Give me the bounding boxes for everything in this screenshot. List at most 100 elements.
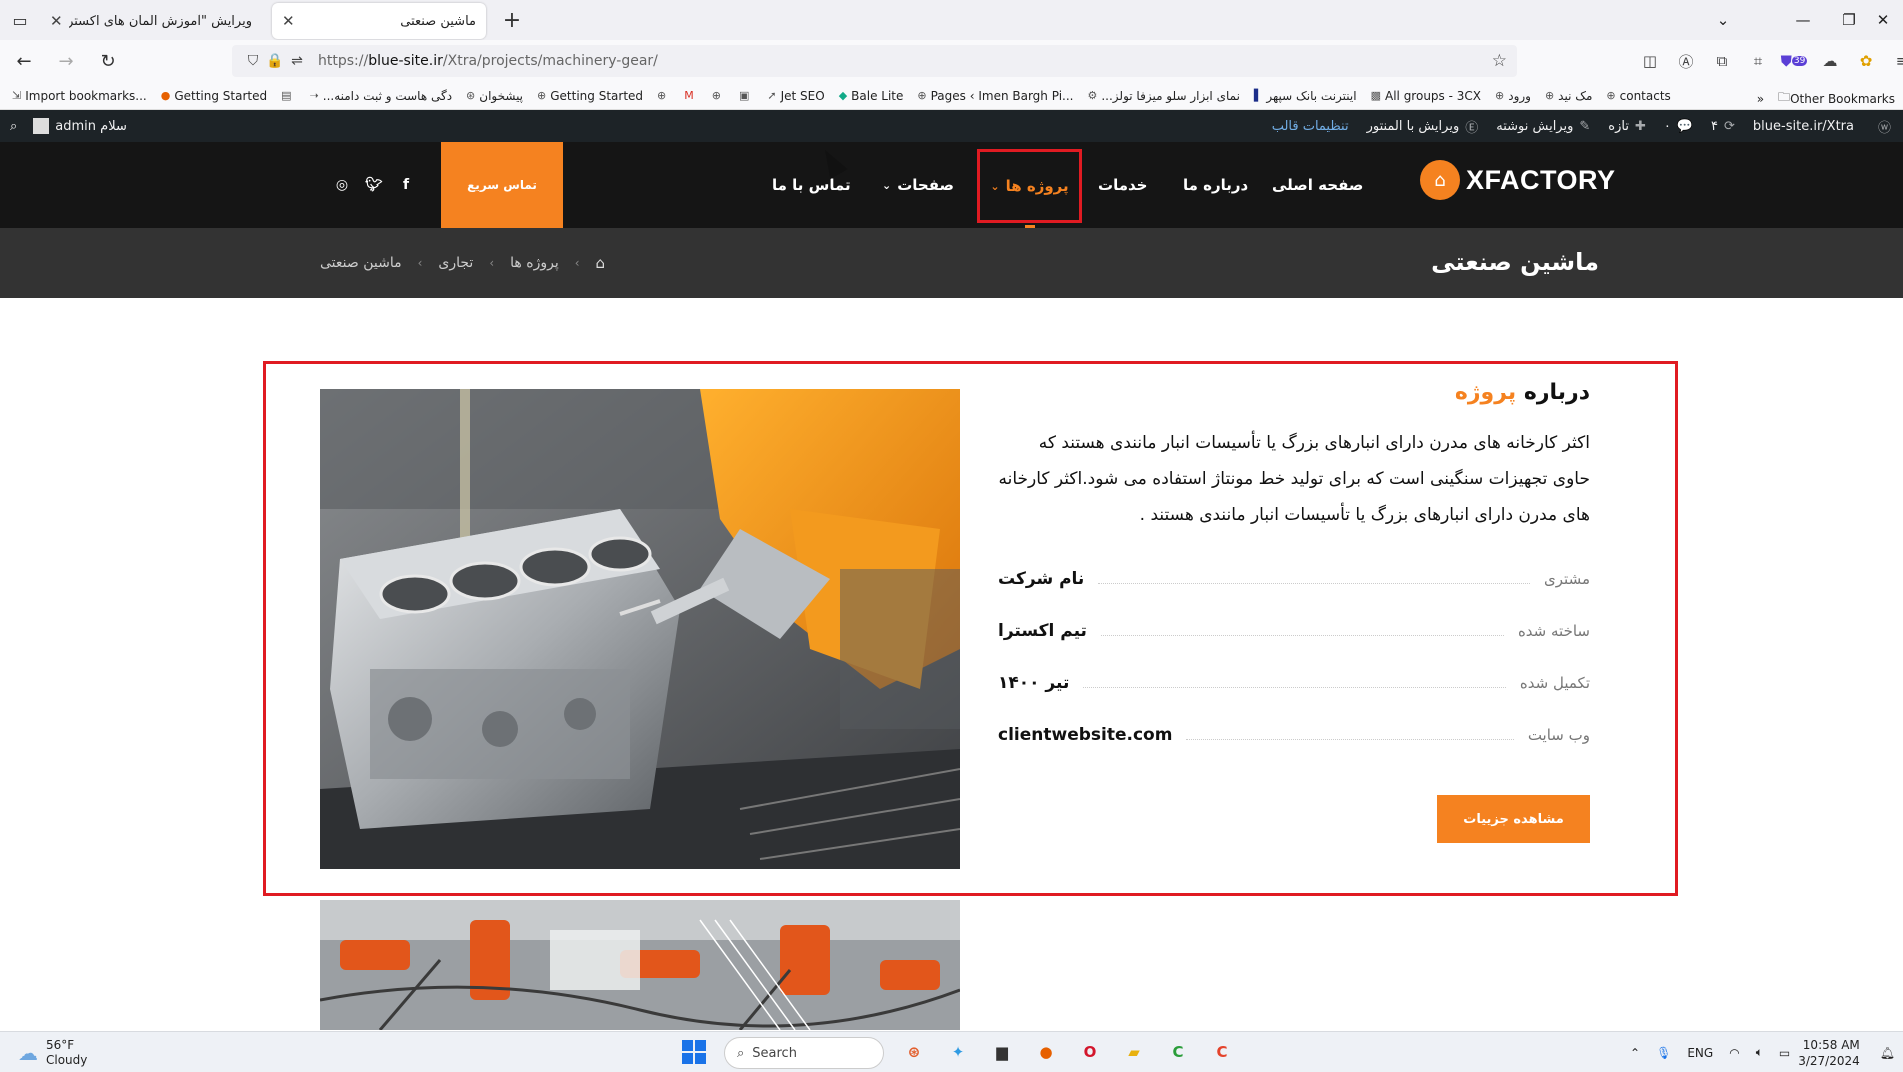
admin-new[interactable]: ✚ تازه xyxy=(1608,119,1646,134)
chevron-down-icon: ⌄ xyxy=(882,178,892,192)
flower-extension-icon[interactable]: ✿ xyxy=(1848,44,1884,78)
bookmark-item[interactable]: ● Getting Started xyxy=(161,89,267,103)
browser-nav-bar: ← → ↻ ⛉ 🔒 ⇌ https://blue-site.ir/Xtra/pr… xyxy=(0,40,1903,82)
crop-icon[interactable]: ⌗ xyxy=(1740,44,1776,78)
menu-item-projects[interactable]: پروژه ها ⌄ xyxy=(977,149,1082,228)
opera-app-icon[interactable]: O xyxy=(1068,1036,1112,1068)
page-icon: ▤ xyxy=(281,89,292,102)
camtasia-recorder-icon[interactable]: C xyxy=(1200,1036,1244,1068)
facebook-icon[interactable]: f xyxy=(390,177,422,193)
permissions-icon[interactable]: ⇌ xyxy=(286,53,308,69)
menu-icon[interactable]: ≡ xyxy=(1884,44,1903,78)
admin-edit-post[interactable]: ✎ ویرایش نوشته xyxy=(1496,119,1590,134)
camtasia-icon[interactable]: C xyxy=(1156,1036,1200,1068)
close-icon[interactable]: ✕ xyxy=(282,12,295,30)
new-tab-button[interactable]: + xyxy=(494,2,530,38)
admin-edit-elementor[interactable]: Ⓔ ویرایش با المنتور xyxy=(1367,117,1479,136)
bookmark-item[interactable]: ⊕ مک نید xyxy=(1545,89,1592,103)
vpn-icon[interactable]: ☁ xyxy=(1812,44,1848,78)
bookmark-item[interactable]: ▩ All groups - 3CX xyxy=(1371,89,1481,103)
copilot-icon[interactable]: ✦ xyxy=(936,1036,980,1068)
search-icon[interactable]: ⌕ xyxy=(10,119,17,134)
tab-list-icon[interactable]: ▭ xyxy=(0,0,40,40)
bookmark-item[interactable]: ⊕ Getting Started xyxy=(537,89,643,103)
minimize-button[interactable]: — xyxy=(1780,0,1826,40)
admin-updates[interactable]: ⟳ ۴ xyxy=(1711,119,1735,134)
volume-icon[interactable]: 🔈︎ xyxy=(1756,1045,1763,1060)
quick-contact-button[interactable]: تماس سریع xyxy=(441,142,563,228)
forward-arrow-icon[interactable]: → xyxy=(48,43,84,79)
bookmark-item[interactable]: ➝ ...دگی هاست و ثبت دامنه xyxy=(310,89,453,103)
wifi-icon[interactable]: ◠ xyxy=(1729,1046,1739,1060)
close-icon[interactable]: ✕ xyxy=(50,12,63,30)
bookmark-star-icon[interactable]: ☆ xyxy=(1492,51,1507,71)
clock[interactable]: 10:58 AM 3/27/2024 xyxy=(1798,1037,1860,1069)
pocket-icon[interactable]: ◫ xyxy=(1632,44,1668,78)
bookmark-item[interactable]: ⚙ ...نمای ابزار سلو میزفا تولز xyxy=(1087,89,1239,103)
twitter-icon[interactable]: 🐦︎ xyxy=(358,177,390,193)
bookmark-item[interactable]: ⊕ ورود xyxy=(1495,89,1531,103)
menu-item-home[interactable]: صفحه اصلی xyxy=(1272,142,1363,228)
breadcrumb-commercial[interactable]: تجاری xyxy=(438,255,473,271)
widgets-app-icon[interactable]: ⊛ xyxy=(892,1036,936,1068)
instagram-icon[interactable]: ◎ xyxy=(326,177,358,193)
notification-icon[interactable]: 🔔︎ xyxy=(1880,1046,1895,1060)
admin-site-link[interactable]: blue-site.ir/Xtra xyxy=(1753,119,1854,134)
task-view-icon[interactable]: ▆ xyxy=(980,1036,1024,1068)
menu-item-about[interactable]: درباره ما xyxy=(1183,142,1248,228)
breadcrumb: ماشین صنعتی ‹ تجاری ‹ پروژه ها ‹ ⌂ xyxy=(320,254,605,272)
wp-logo-icon[interactable]: ⓦ xyxy=(1872,117,1891,136)
close-window-button[interactable]: ✕ xyxy=(1860,0,1903,40)
chevron-down-icon: ⌄ xyxy=(990,179,1000,193)
bookmark-item[interactable]: ▌ اینترنت بانک سپهر xyxy=(1254,89,1357,103)
address-bar[interactable]: ⛉ 🔒 ⇌ https://blue-site.ir/Xtra/projects… xyxy=(232,45,1517,77)
language-indicator[interactable]: ENG xyxy=(1687,1046,1713,1060)
start-button[interactable] xyxy=(682,1040,706,1064)
project-image-engine xyxy=(320,389,960,869)
other-bookmarks[interactable]: » 🗀 Other Bookmarks xyxy=(1757,88,1895,109)
avatar[interactable] xyxy=(33,118,50,134)
extensions-icon[interactable]: ⧉ xyxy=(1704,44,1740,78)
bookmark-item[interactable]: ▣ xyxy=(739,89,753,102)
bookmark-item[interactable]: ⊛ پیشخوان xyxy=(466,89,523,103)
shield-extension-icon[interactable]: ⛊ 39 xyxy=(1776,44,1812,78)
site-logo[interactable]: ⌂ XFACTORY xyxy=(1420,160,1616,200)
breadcrumb-projects[interactable]: پروژه ها xyxy=(510,255,559,271)
firefox-app-icon[interactable]: ● xyxy=(1024,1036,1068,1068)
menu-item-services[interactable]: خدمات xyxy=(1098,142,1147,228)
bookmark-item[interactable]: ⊕ Pages ‹ Imen Bargh Pi... xyxy=(917,89,1073,103)
bookmark-item[interactable]: ⊕ contacts xyxy=(1606,89,1670,103)
admin-theme-settings[interactable]: تنظیمات قالب xyxy=(1272,119,1349,134)
view-details-button[interactable]: مشاهده جزییات xyxy=(1437,795,1590,843)
bookmark-item[interactable]: ➚ Jet SEO xyxy=(767,89,824,103)
account-icon[interactable]: Ⓐ xyxy=(1668,44,1704,78)
file-explorer-icon[interactable]: ▰ xyxy=(1112,1036,1156,1068)
weather-widget[interactable]: ☁ 56°F Cloudy xyxy=(18,1038,87,1068)
menu-item-pages[interactable]: صفحات ⌄ xyxy=(882,142,954,228)
microphone-icon[interactable]: 🎙︎ xyxy=(1656,1046,1671,1060)
bookmark-item[interactable]: ▤ xyxy=(281,89,295,102)
chevron-right-icon[interactable]: » xyxy=(1757,92,1764,106)
reload-icon[interactable]: ↻ xyxy=(90,43,126,79)
tab-machinery[interactable]: ماشین صنعتی ✕ xyxy=(272,3,486,39)
home-icon[interactable]: ⌂ xyxy=(596,254,606,272)
battery-icon[interactable]: ▭ xyxy=(1779,1046,1790,1060)
bookmark-item[interactable]: ⇲ Import bookmarks... xyxy=(12,89,147,103)
admin-greeting[interactable]: سلام admin xyxy=(55,119,127,134)
bookmark-item[interactable]: ⊕ xyxy=(657,89,670,102)
shield-icon[interactable]: ⛉ xyxy=(242,53,264,69)
back-arrow-icon[interactable]: ← xyxy=(6,43,42,79)
url-text[interactable]: https://blue-site.ir/Xtra/projects/machi… xyxy=(318,53,658,69)
tab-overflow-icon[interactable]: ⌄ xyxy=(1700,0,1746,40)
admin-comments[interactable]: 💬 ۰ xyxy=(1664,119,1693,134)
bookmark-item[interactable]: ⊕ xyxy=(712,89,725,102)
lock-icon[interactable]: 🔒 xyxy=(264,53,286,69)
tab-edit-article[interactable]: ویرایش "آموزش المان های اکسترا – ع ✕ xyxy=(40,3,262,39)
windows-taskbar: ☁ 56°F Cloudy ⌕ Search ⊛ ✦ ▆ ● O ▰ C C ⌃ 🎙… xyxy=(0,1031,1903,1072)
globe-icon: ⊕ xyxy=(537,89,547,102)
bookmark-item[interactable]: M xyxy=(684,89,698,102)
bookmark-item[interactable]: ◆ Bale Lite xyxy=(839,89,904,103)
taskbar-search[interactable]: ⌕ Search xyxy=(724,1037,884,1069)
tab-title: ویرایش "آموزش المان های اکسترا – ع xyxy=(68,13,252,29)
chevron-up-icon[interactable]: ⌃ xyxy=(1630,1046,1640,1060)
